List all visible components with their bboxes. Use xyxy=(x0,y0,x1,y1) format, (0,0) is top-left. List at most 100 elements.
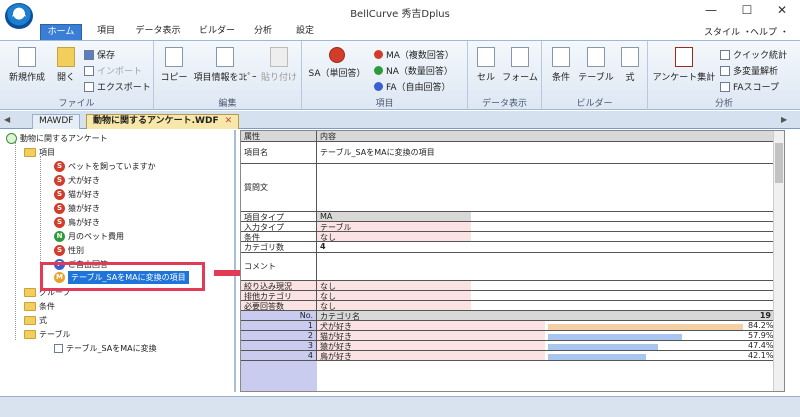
fa-scope-button[interactable]: FAスコープ xyxy=(720,80,779,93)
paste-button[interactable]: 貼り付け xyxy=(260,47,298,83)
copy-button[interactable]: コピー xyxy=(158,47,190,83)
vertical-scrollbar[interactable] xyxy=(773,131,784,391)
category-row[interactable]: 4 鳥が好き 42.1% xyxy=(241,351,784,361)
item-type-value[interactable]: MA xyxy=(317,212,471,221)
tree-root-label: 動物に関するアンケート xyxy=(20,134,108,143)
tree-item[interactable]: S 鳥が好き xyxy=(54,216,100,229)
save-button[interactable]: 保存 xyxy=(84,48,115,61)
condition-value[interactable]: なし xyxy=(317,232,471,241)
narrow-status-value[interactable]: なし xyxy=(317,281,471,290)
tree-folder-formulas[interactable]: 式 xyxy=(24,314,47,327)
props-row-name[interactable]: 項目名 テーブル_SAをMAに変換の項目 xyxy=(241,142,784,164)
input-type-value[interactable]: テーブル xyxy=(317,222,471,231)
open-button[interactable]: 開く xyxy=(52,47,80,83)
tree-folder-conditions[interactable]: 条件 xyxy=(24,300,55,313)
tree-item[interactable]: N 月のペット費用 xyxy=(54,230,124,243)
props-row-question[interactable]: 質問文 xyxy=(241,164,784,212)
category-bar xyxy=(548,334,682,340)
item-name-value[interactable]: テーブル_SAをMAに変換の項目 xyxy=(317,142,775,163)
tree-folder-tables[interactable]: テーブル xyxy=(24,328,71,341)
tab-home[interactable]: ホーム xyxy=(40,24,82,40)
tab-items[interactable]: 項目 xyxy=(90,24,122,40)
new-button[interactable]: 新規作成 xyxy=(6,47,48,83)
category-row[interactable]: 1 犬が好き 84.2% xyxy=(241,321,784,331)
open-folder-icon xyxy=(57,47,75,67)
props-row-type[interactable]: 項目タイプ MA xyxy=(241,212,784,222)
doc-tab-animal-survey[interactable]: 動物に関するアンケート.WDF ✕ xyxy=(86,114,240,129)
tree-item-label: テーブル_SAをMAに変換 xyxy=(66,344,157,353)
props-key: 排他カテゴリ xyxy=(241,291,317,300)
category-name[interactable]: 猿が好き xyxy=(317,341,545,350)
fa-button[interactable]: FA（自由回答） xyxy=(374,80,451,93)
tab-scroll-right-icon[interactable]: ▶ xyxy=(781,115,787,124)
category-count-value[interactable]: 4 xyxy=(317,242,471,252)
condition-button[interactable]: 条件 xyxy=(548,47,574,83)
category-name[interactable]: 鳥が好き xyxy=(317,351,545,360)
form-label: フォーム xyxy=(502,73,538,83)
tree-item[interactable]: S 猫が好き xyxy=(54,188,100,201)
props-header-value: 内容 xyxy=(317,131,775,141)
tab-analysis[interactable]: 分析 xyxy=(248,24,278,40)
exclusive-category-value[interactable]: なし xyxy=(317,291,471,300)
tab-settings[interactable]: 設定 xyxy=(290,24,320,40)
props-row-comment[interactable]: コメント xyxy=(241,253,784,281)
tree-item[interactable]: S 猿が好き xyxy=(54,202,100,215)
tab-scroll-left-icon[interactable]: ◀ xyxy=(4,115,10,124)
cell-view-button[interactable]: セル xyxy=(474,47,498,83)
props-row-input[interactable]: 入力タイプ テーブル xyxy=(241,222,784,232)
multivariate-button[interactable]: 多変量解析 xyxy=(720,64,778,77)
export-button[interactable]: エクスポート xyxy=(84,80,151,93)
close-tab-icon[interactable]: ✕ xyxy=(225,116,233,126)
comment-value[interactable] xyxy=(317,253,775,280)
doc-tab-label: 動物に関するアンケート.WDF xyxy=(93,116,219,126)
scroll-thumb[interactable] xyxy=(775,143,783,183)
props-header-key: 属性 xyxy=(241,131,317,141)
ma-button[interactable]: MA（複数回答） xyxy=(374,48,454,61)
props-row-exclusive[interactable]: 排他カテゴリ なし xyxy=(241,291,784,301)
export-icon xyxy=(84,81,94,92)
category-name[interactable]: 犬が好き xyxy=(317,321,545,330)
quick-stats-button[interactable]: クイック統計 xyxy=(720,48,787,61)
category-name-header: カテゴリ名 xyxy=(317,311,545,320)
style-menu[interactable]: スタイル ・ xyxy=(704,25,752,38)
doc-tab-mawdf[interactable]: MAWDF xyxy=(32,114,81,129)
tree-item[interactable]: S 性別 xyxy=(54,244,84,257)
props-row-narrow[interactable]: 絞り込み現況 なし xyxy=(241,281,784,291)
ribbon: 新規作成 開く 保存 インポート エクスポート ファイル コピー 項目情報をｺﾋ… xyxy=(0,40,800,110)
tree-table-item[interactable]: テーブル_SAをMAに変換 xyxy=(54,342,157,355)
na-button[interactable]: NA（数量回答） xyxy=(374,64,453,77)
help-menu[interactable]: ヘルプ ・ xyxy=(750,25,789,38)
minimize-button[interactable]: — xyxy=(693,0,729,22)
props-key: 質問文 xyxy=(241,164,317,211)
survey-tabulation-button[interactable]: アンケート集計 xyxy=(650,47,718,83)
category-name[interactable]: 猫が好き xyxy=(317,331,545,340)
category-no: 4 xyxy=(241,351,317,360)
folder-icon xyxy=(24,330,36,339)
category-row[interactable]: 2 猫が好き 57.9% xyxy=(241,331,784,341)
required-count-value[interactable]: なし xyxy=(317,301,471,310)
import-button[interactable]: インポート xyxy=(84,64,142,77)
tree-item[interactable]: S ペットを飼っていますか xyxy=(54,160,156,173)
table-button[interactable]: テーブル xyxy=(576,47,616,83)
tab-builder[interactable]: ビルダー xyxy=(196,24,238,40)
props-row-condition[interactable]: 条件 なし xyxy=(241,232,784,242)
tree-item-label: 鳥が好き xyxy=(68,218,100,227)
props-row-required[interactable]: 必要回答数 なし xyxy=(241,301,784,311)
tree-item[interactable]: S 犬が好き xyxy=(54,174,100,187)
tree-root[interactable]: 動物に関するアンケート xyxy=(6,132,108,145)
question-text-value[interactable] xyxy=(317,164,775,211)
sa-button[interactable]: SA（単回答） xyxy=(306,47,368,79)
tab-data-view[interactable]: データ表示 xyxy=(130,24,186,40)
category-row[interactable]: 3 猿が好き 47.4% xyxy=(241,341,784,351)
copy-item-info-button[interactable]: 項目情報をｺﾋﾟｰ xyxy=(192,47,258,83)
form-view-button[interactable]: フォーム xyxy=(502,47,538,83)
formula-button[interactable]: 式 xyxy=(618,47,642,83)
maximize-button[interactable]: ☐ xyxy=(729,0,765,22)
tree-item-label: 犬が好き xyxy=(68,176,100,185)
new-label: 新規作成 xyxy=(8,73,45,83)
formula-label: 式 xyxy=(625,73,635,83)
tree-folder-items[interactable]: 項目 xyxy=(24,146,55,159)
close-button[interactable]: ✕ xyxy=(764,0,800,22)
props-row-categories[interactable]: カテゴリ数 4 xyxy=(241,242,784,253)
data-view-group-label: データ表示 xyxy=(481,99,527,109)
